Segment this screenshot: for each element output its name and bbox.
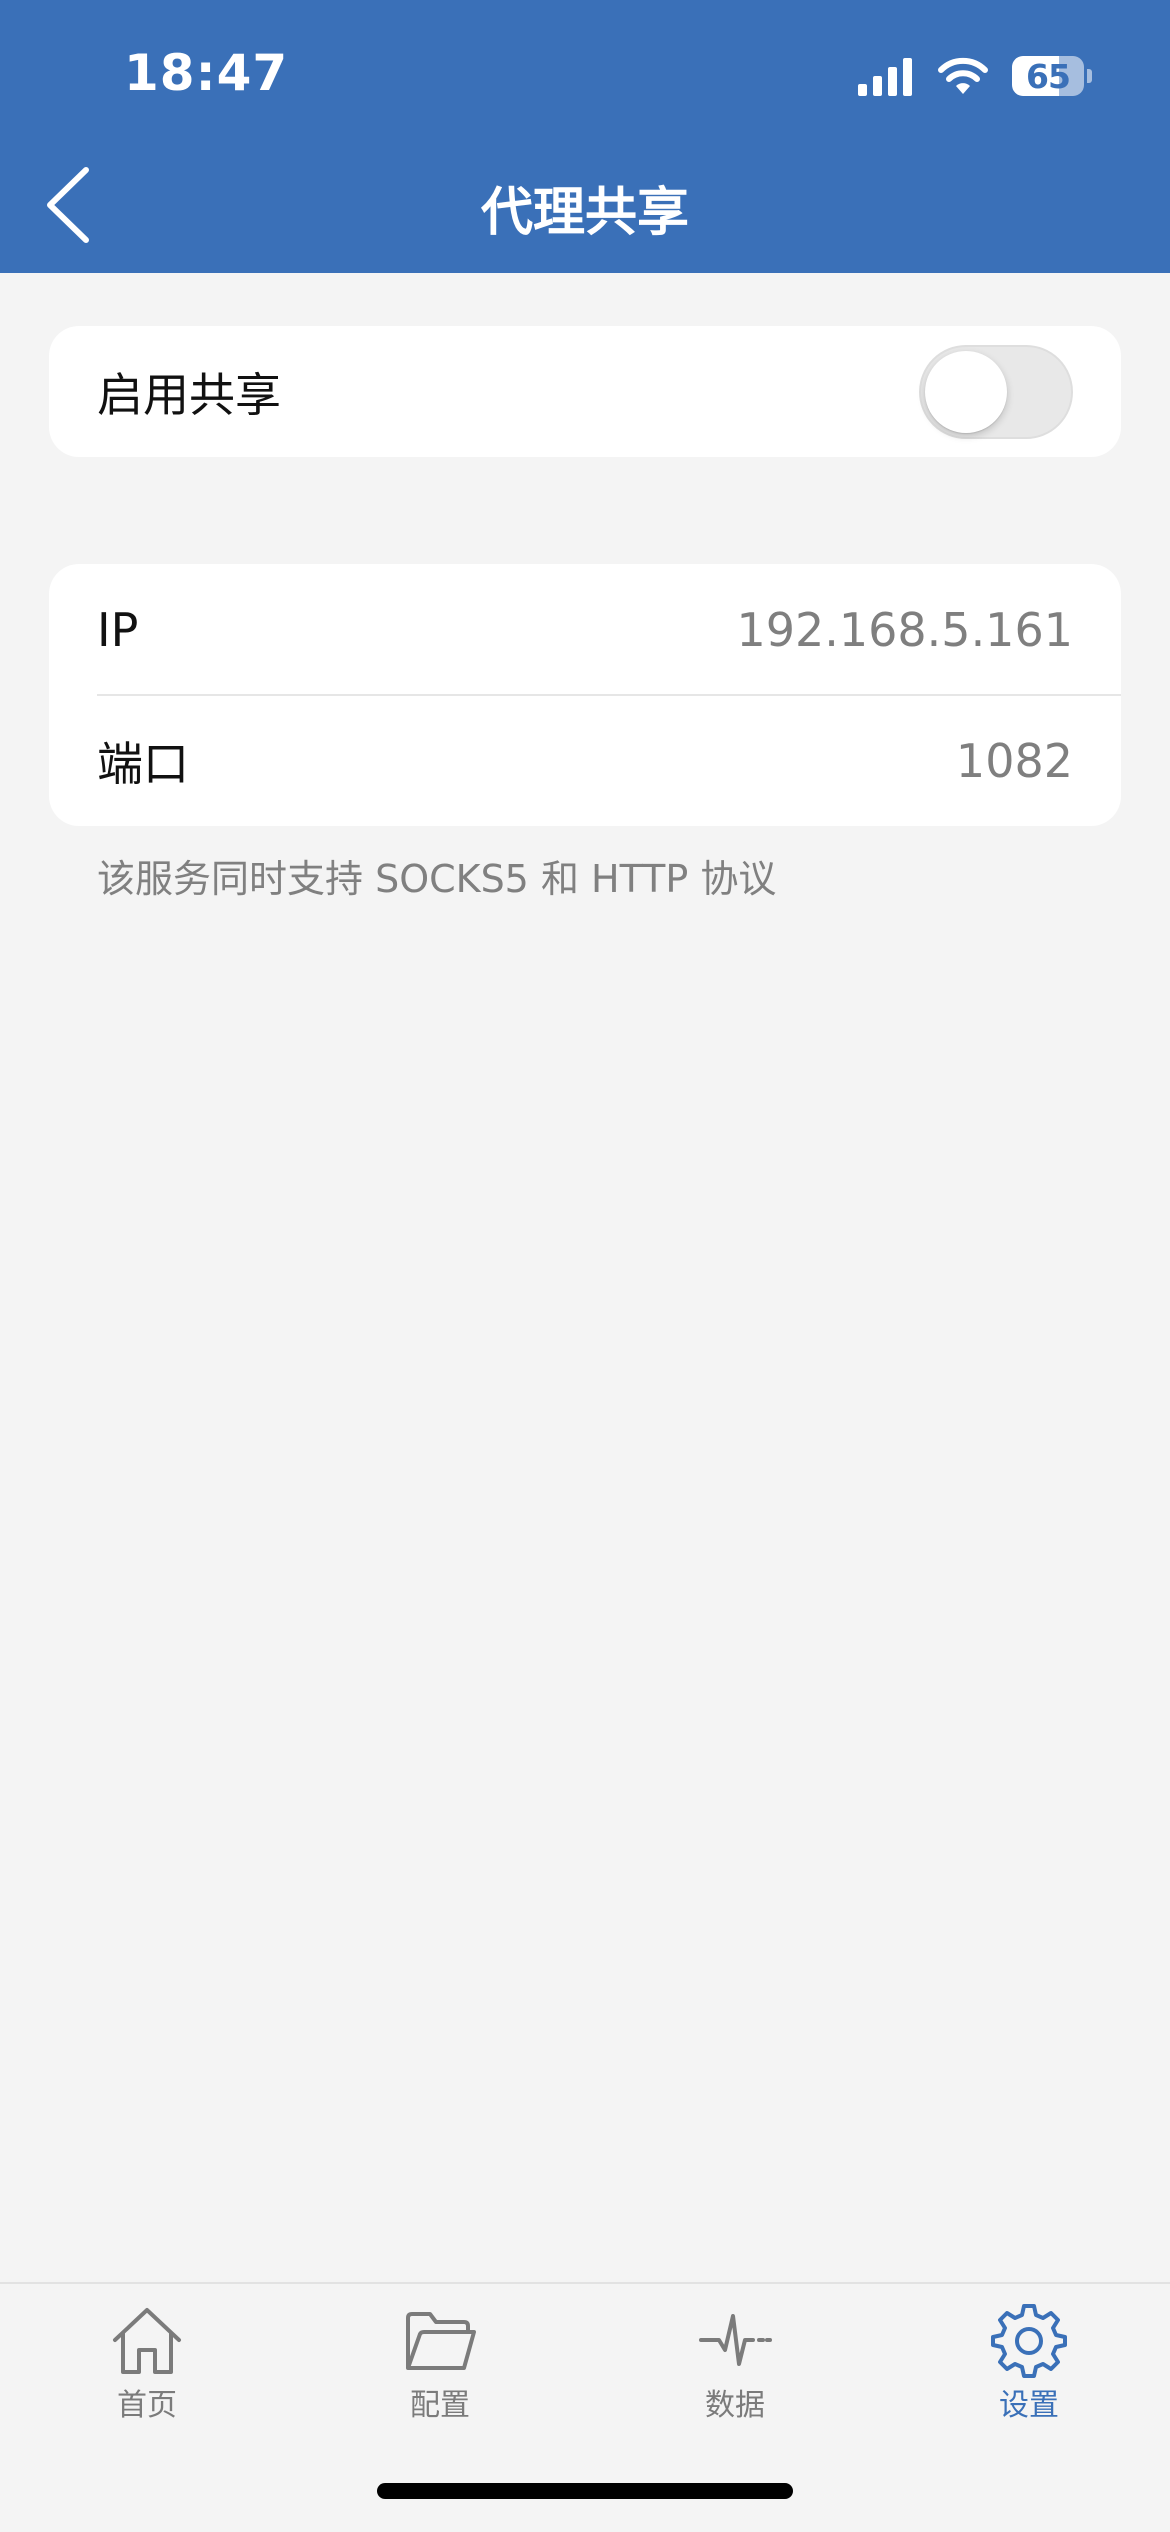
screen: 18:47 65 代理共享 启用共享 IP 192.168.5.161 端口 1… [0,0,1170,2532]
battery-indicator: 65 [1012,56,1092,96]
port-label: 端口 [97,736,189,791]
status-icons: 65 [856,56,1092,96]
tab-settings-label: 设置 [999,2388,1059,2423]
port-row: 端口 1082 [49,695,1121,826]
tab-home-label: 首页 [117,2388,177,2423]
ip-row: IP 192.168.5.161 [49,564,1121,696]
ip-value: 192.168.5.161 [736,602,1073,657]
cellular-signal-icon [858,58,912,96]
wifi-icon [938,57,988,94]
activity-icon [699,2314,772,2366]
navigation-header: 18:47 65 代理共享 [0,0,1170,273]
protocol-footnote: 该服务同时支持 SOCKS5 和 HTTP 协议 [97,857,777,901]
status-time: 18:47 [124,44,289,102]
enable-share-row: 启用共享 [49,326,1121,457]
toggle-knob [925,350,1007,433]
enable-share-toggle[interactable] [919,344,1073,439]
battery-level-text: 65 [1026,56,1071,96]
port-value: 1082 [955,733,1073,788]
share-toggle-card: 启用共享 [49,326,1121,457]
proxy-info-card: IP 192.168.5.161 端口 1082 [49,564,1121,826]
enable-share-label: 启用共享 [97,367,281,422]
home-icon [113,2308,181,2374]
tab-settings[interactable]: 设置 [929,2302,1129,2432]
tab-config[interactable]: 配置 [340,2302,540,2432]
battery-body: 65 [1012,56,1084,96]
battery-tip [1087,69,1092,83]
tab-config-label: 配置 [410,2388,470,2423]
ip-label: IP [97,602,139,657]
folder-icon [406,2312,476,2370]
tab-data-label: 数据 [705,2388,765,2423]
gear-icon [991,2304,1067,2378]
home-indicator [377,2483,793,2499]
tab-data[interactable]: 数据 [635,2302,835,2432]
tab-home[interactable]: 首页 [47,2302,247,2432]
page-title: 代理共享 [480,183,689,243]
